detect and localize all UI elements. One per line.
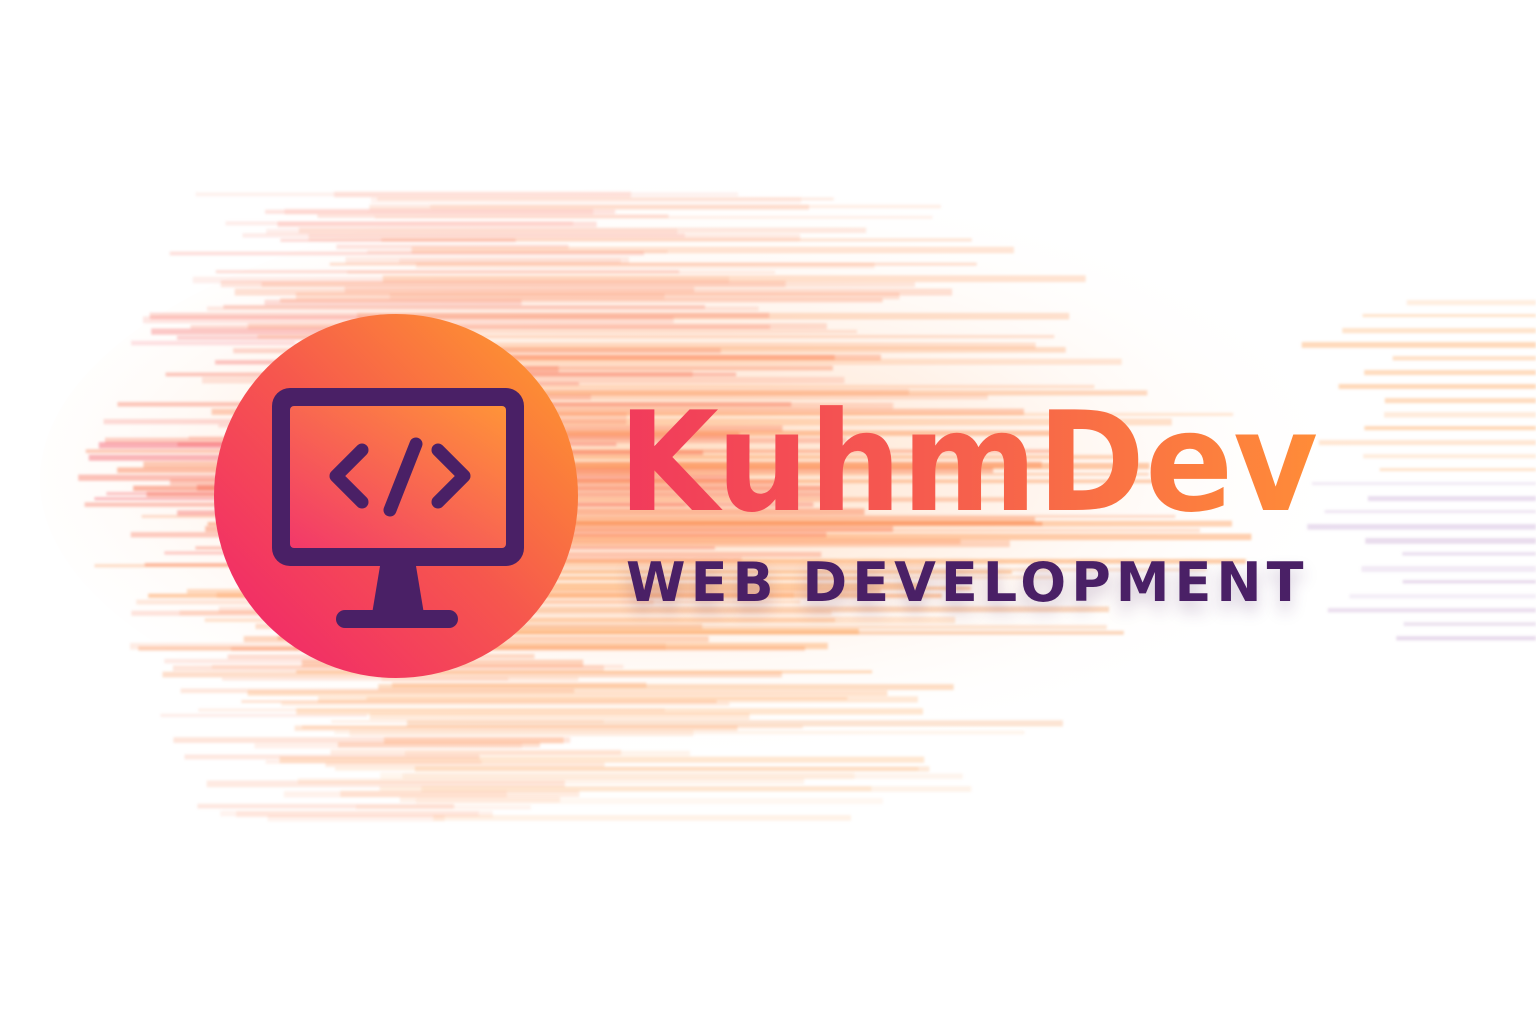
motion-streak bbox=[416, 262, 875, 269]
motion-streak bbox=[280, 238, 516, 242]
motion-streak bbox=[402, 773, 963, 779]
motion-streak bbox=[1392, 356, 1536, 361]
motion-streak bbox=[1402, 552, 1536, 556]
motion-streak bbox=[1364, 370, 1536, 376]
motion-streak bbox=[334, 191, 631, 198]
motion-streak bbox=[267, 815, 445, 822]
motion-streak bbox=[1403, 622, 1536, 627]
motion-streak bbox=[1406, 300, 1536, 306]
logo-canvas: KuhmDev WEB DEVELOPMENT bbox=[0, 0, 1536, 1024]
motion-streak bbox=[247, 690, 888, 696]
motion-streak bbox=[317, 214, 669, 218]
motion-streak bbox=[1349, 594, 1536, 599]
motion-streak bbox=[1342, 328, 1536, 334]
motion-streak bbox=[337, 742, 540, 748]
motion-streak bbox=[265, 760, 482, 764]
motion-streak bbox=[369, 713, 750, 720]
motion-streak bbox=[1361, 566, 1536, 572]
motion-streak bbox=[225, 221, 574, 226]
brand-name: KuhmDev bbox=[618, 388, 1318, 528]
motion-streak bbox=[330, 749, 622, 756]
motion-streak bbox=[1363, 454, 1536, 459]
motion-streak bbox=[160, 713, 368, 718]
motion-streak bbox=[265, 209, 616, 214]
motion-streak bbox=[169, 251, 645, 256]
motion-streak bbox=[379, 786, 872, 792]
brand-tagline: WEB DEVELOPMENT bbox=[626, 551, 1309, 614]
motion-streak bbox=[184, 754, 480, 760]
motion-streak bbox=[242, 233, 685, 238]
motion-streak bbox=[207, 306, 759, 311]
brand-wordmark: KuhmDev bbox=[618, 388, 1318, 528]
motion-streak bbox=[1364, 426, 1536, 431]
motion-streak bbox=[1402, 580, 1536, 584]
motion-streak bbox=[377, 197, 834, 201]
motion-streak bbox=[1301, 342, 1536, 348]
motion-streak bbox=[298, 227, 867, 233]
motion-streak bbox=[261, 281, 915, 288]
monitor-code-icon bbox=[214, 314, 578, 678]
motion-streak bbox=[355, 804, 531, 810]
motion-streak bbox=[1396, 636, 1536, 641]
motion-streak bbox=[433, 815, 851, 821]
motion-streak bbox=[347, 270, 775, 274]
motion-streak bbox=[1362, 314, 1536, 318]
motion-streak bbox=[1384, 398, 1536, 404]
motion-streak bbox=[281, 701, 730, 706]
motion-streak bbox=[335, 767, 919, 771]
motion-streak bbox=[294, 725, 738, 731]
motion-streak bbox=[1384, 412, 1536, 418]
motion-streak bbox=[1365, 538, 1536, 544]
motion-streak bbox=[1367, 496, 1536, 502]
motion-streak bbox=[334, 730, 1025, 735]
motion-streak bbox=[1327, 608, 1536, 613]
motion-streak bbox=[280, 298, 883, 303]
motion-streak bbox=[399, 796, 560, 803]
motion-streak bbox=[1379, 468, 1536, 472]
